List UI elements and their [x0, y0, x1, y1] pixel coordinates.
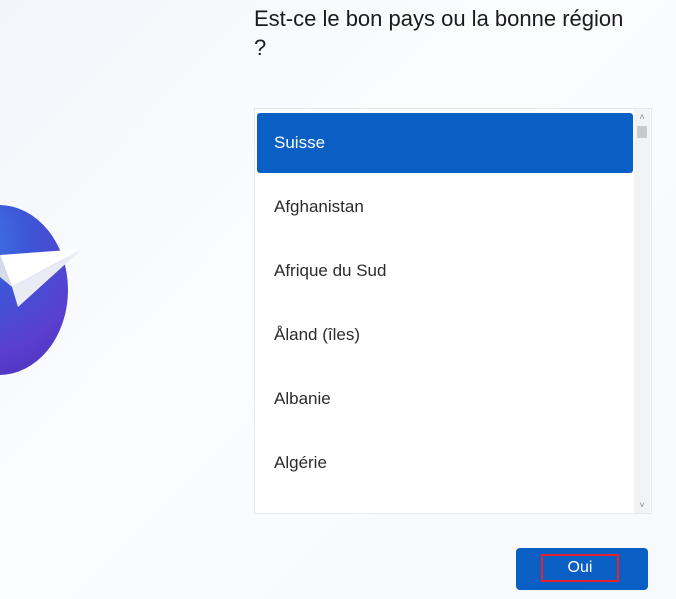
list-item-label: Albanie — [274, 389, 331, 408]
list-item[interactable]: Algérie — [257, 433, 633, 493]
yes-button-label: Oui — [567, 559, 593, 576]
list-item[interactable]: Afghanistan — [257, 177, 633, 237]
country-list-items: Suisse Afghanistan Afrique du Sud Åland … — [257, 113, 633, 497]
list-item-selected[interactable]: Suisse — [257, 113, 633, 173]
scroll-thumb[interactable] — [637, 126, 647, 138]
list-item[interactable]: Albanie — [257, 369, 633, 429]
country-list[interactable]: Suisse Afghanistan Afrique du Sud Åland … — [254, 108, 652, 514]
list-item-label: Afrique du Sud — [274, 261, 387, 280]
scroll-down-icon[interactable]: ˅ — [634, 497, 650, 513]
focus-outline: Oui — [541, 554, 619, 582]
page-title: Est-ce le bon pays ou la bonne région ? — [254, 6, 624, 60]
list-item[interactable]: Afrique du Sud — [257, 241, 633, 301]
yes-button[interactable]: Oui — [516, 548, 648, 590]
list-item-label: Suisse — [274, 133, 326, 152]
list-item-label: Afghanistan — [274, 197, 364, 216]
scrollbar[interactable]: ˄ ˅ — [634, 109, 650, 513]
list-item[interactable]: Åland (îles) — [257, 305, 633, 365]
list-item-label: Åland (îles) — [274, 325, 360, 344]
paper-plane-icon — [0, 249, 82, 307]
list-item-label: Algérie — [274, 453, 327, 472]
scroll-up-icon[interactable]: ˄ — [634, 109, 650, 125]
illustration — [0, 0, 240, 599]
